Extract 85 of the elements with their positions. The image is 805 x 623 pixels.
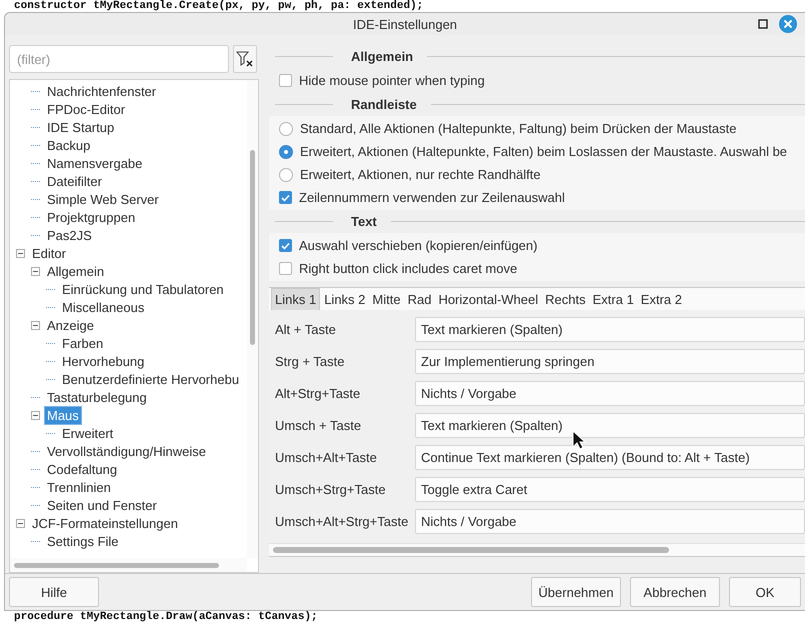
tree-item[interactable]: Farben	[60, 334, 106, 352]
tree-item[interactable]: Settings File	[45, 532, 121, 550]
dialog-button[interactable]: Abbrechen	[630, 577, 720, 607]
action-field[interactable]: Nichts / Vorgabe	[415, 508, 805, 534]
tree-item[interactable]: Allgemein	[45, 262, 106, 280]
expander-icon[interactable]	[31, 266, 40, 276]
option-label: Erweitert, Aktionen (Haltepunkte, Falten) beim Loslassen der Maustaste. Auswahl be	[300, 144, 788, 159]
close-icon[interactable]	[779, 15, 797, 33]
tab[interactable]: Rad	[404, 288, 434, 310]
option-label: Hide mouse pointer when typing	[299, 73, 485, 88]
radio-button[interactable]	[279, 144, 293, 158]
action-field[interactable]: Zur Implementierung springen	[415, 348, 805, 374]
tree-item[interactable]: IDE Startup	[45, 118, 116, 136]
option-label: Erweitert, Aktionen, nur rechte Randhälfte	[300, 167, 541, 182]
vertical-scrollbar[interactable]	[247, 80, 258, 558]
horizontal-scrollbar[interactable]	[269, 543, 805, 557]
tree-item[interactable]: Nachrichtenfenster	[45, 82, 158, 100]
section-heading: Allgemein	[350, 49, 414, 64]
tree-item[interactable]: FPDoc-Editor	[45, 100, 128, 118]
checkbox[interactable]	[279, 239, 292, 252]
expander-icon[interactable]	[31, 320, 40, 330]
tree-item[interactable]: Simple Web Server	[45, 190, 161, 208]
expander-icon[interactable]	[31, 410, 40, 420]
dialog-button[interactable]: OK	[729, 577, 801, 607]
action-field[interactable]: Text markieren (Spalten)	[415, 316, 805, 342]
shortcut-label: Alt + Taste	[274, 322, 337, 336]
tree-item[interactable]: Pas2JS	[45, 226, 94, 244]
window-title: IDE-Einstellungen	[352, 16, 458, 32]
expander-icon[interactable]	[16, 518, 25, 528]
tree-item[interactable]: Vervollständigung/Hinweise	[45, 442, 208, 460]
tree-item[interactable]: Dateifilter	[45, 172, 104, 190]
tab[interactable]: Rechts	[542, 288, 589, 310]
tab[interactable]: Links 2	[321, 288, 368, 310]
tree-item[interactable]: Miscellaneous	[60, 298, 146, 316]
checkbox[interactable]	[279, 74, 292, 87]
filter-field[interactable]: (filter)	[9, 45, 229, 73]
option-label: Auswahl verschieben (kopieren/einfügen)	[299, 238, 538, 253]
shortcut-label: Alt+Strg+Taste	[274, 386, 362, 400]
option-label: Standard, Alle Aktionen (Haltepunkte, Faltung) beim Drücken der Maustaste	[300, 121, 736, 136]
tree-item[interactable]: Tastaturbelegung	[45, 388, 149, 406]
shortcut-label: Umsch+Alt+Strg+Taste	[274, 514, 410, 528]
help-button[interactable]: Hilfe	[9, 577, 99, 607]
horizontal-scrollbar[interactable]	[10, 558, 247, 572]
tab[interactable]: Extra 2	[638, 288, 685, 310]
code-line: constructor tMyRectangle.Create(px, py, pw, ph, pa: extended);	[13, 0, 424, 12]
tree-item[interactable]: Editor	[30, 244, 68, 262]
radio-button[interactable]	[279, 168, 293, 182]
tab[interactable]: Links 1	[271, 288, 320, 310]
shortcut-label: Strg + Taste	[274, 354, 346, 368]
shortcut-label: Umsch + Taste	[274, 418, 362, 432]
tree-item[interactable]: Backup	[45, 136, 92, 154]
action-field[interactable]: Toggle extra Caret	[415, 476, 805, 502]
radio-button[interactable]	[279, 122, 293, 136]
option-label: Right button click includes caret move	[299, 261, 518, 276]
tree-item[interactable]: Benutzerdefinierte Hervorhebu	[60, 370, 242, 388]
action-field[interactable]: Nichts / Vorgabe	[415, 380, 805, 406]
tab[interactable]: Mitte	[369, 288, 404, 310]
expander-icon[interactable]	[16, 248, 25, 258]
shortcut-label: Umsch+Strg+Taste	[274, 482, 387, 496]
tree-item[interactable]: Trennlinien	[45, 478, 113, 496]
filter-clear-icon	[236, 51, 254, 67]
tab[interactable]: Horizontal-Wheel	[435, 288, 542, 310]
code-line: procedure tMyRectangle.Draw(aCanvas: tCanvas);	[13, 611, 319, 623]
tree-item[interactable]: Seiten und Fenster	[45, 496, 159, 514]
action-field[interactable]: Text markieren (Spalten)	[415, 412, 805, 438]
clear-filter-button[interactable]	[233, 45, 257, 73]
tree-item[interactable]: Erweitert	[60, 424, 116, 442]
tree-item[interactable]: Einrückung und Tabulatoren	[60, 280, 226, 298]
section-heading: Text	[350, 214, 378, 229]
tree-item[interactable]: Projektgruppen	[45, 208, 138, 226]
tab[interactable]: Extra 1	[590, 288, 637, 310]
tree-item[interactable]: Codefaltung	[45, 460, 120, 478]
mouse-pointer-icon	[572, 430, 586, 450]
option-label: Zeilennummern verwenden zur Zeilenauswahl	[299, 190, 565, 205]
tree-item[interactable]: JCF-Formateinstellungen	[30, 514, 180, 532]
section-heading: Randleiste	[350, 97, 418, 112]
tree-item[interactable]: Namensvergabe	[45, 154, 144, 172]
tree-item[interactable]: Hervorhebung	[60, 352, 146, 370]
checkbox[interactable]	[279, 191, 292, 204]
action-field[interactable]: Continue Text markieren (Spalten) (Bound to: Alt + Taste)	[415, 444, 805, 470]
shortcut-label: Umsch+Alt+Taste	[274, 450, 378, 464]
dialog-button[interactable]: Übernehmen	[531, 577, 621, 607]
tree-item[interactable]: Anzeige	[45, 316, 96, 334]
maximize-icon[interactable]	[758, 19, 768, 29]
checkbox[interactable]	[279, 262, 292, 275]
